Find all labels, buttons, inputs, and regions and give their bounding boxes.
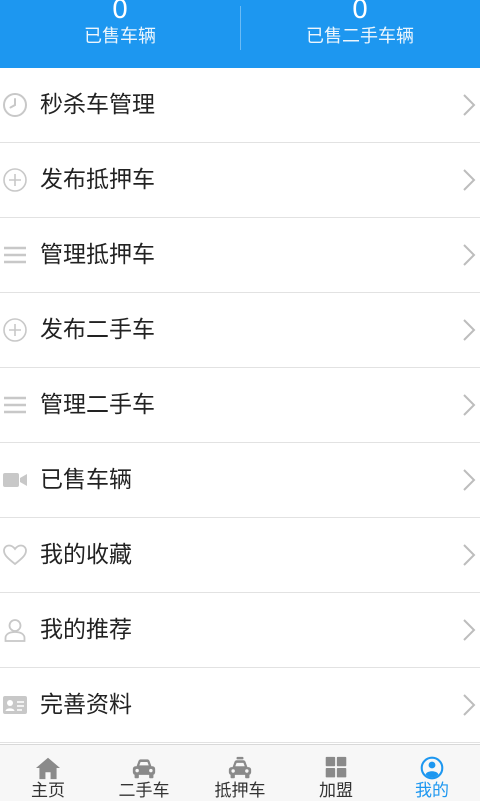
- menu-item-label: 秒杀车管理: [40, 92, 155, 118]
- stat-sold-used-vehicles[interactable]: 0 已售二手车辆: [240, 0, 480, 68]
- tab-franchise[interactable]: 加盟: [288, 745, 384, 801]
- menu-item-label: 已售车辆: [40, 467, 132, 493]
- menu-item-publish-mortgage-car[interactable]: 发布抵押车: [0, 143, 480, 218]
- tab-label: 加盟: [319, 781, 353, 801]
- menu-item-label: 我的收藏: [40, 542, 132, 568]
- chevron-right-icon: [463, 694, 476, 716]
- chevron-right-icon: [463, 619, 476, 641]
- tab-home[interactable]: 主页: [0, 745, 96, 801]
- stat-value: 0: [111, 0, 129, 25]
- chevron-right-icon: [463, 319, 476, 341]
- tab-mine[interactable]: 我的: [384, 745, 480, 801]
- stats-header: 0 已售车辆 0 已售二手车辆: [0, 0, 480, 68]
- tab-label: 二手车: [118, 781, 170, 801]
- menu-item-label: 发布抵押车: [40, 167, 155, 193]
- stat-label: 已售车辆: [84, 26, 156, 47]
- bottom-tab-bar: 主页 二手车 抵押车 加盟 我的: [0, 744, 480, 801]
- id-card-icon: [3, 696, 27, 714]
- chevron-right-icon: [463, 469, 476, 491]
- car-icon: [132, 759, 156, 779]
- video-camera-icon: [3, 473, 27, 487]
- plus-circle-icon: [3, 168, 27, 192]
- menu-item-my-referrals[interactable]: 我的推荐: [0, 593, 480, 668]
- menu-item-complete-profile[interactable]: 完善资料: [0, 668, 480, 743]
- menu-item-sold-vehicles[interactable]: 已售车辆: [0, 443, 480, 518]
- menu-item-manage-used-car[interactable]: 管理二手车: [0, 368, 480, 443]
- chevron-right-icon: [463, 244, 476, 266]
- menu-item-publish-used-car[interactable]: 发布二手车: [0, 293, 480, 368]
- chevron-right-icon: [463, 94, 476, 116]
- list-icon: [4, 246, 26, 264]
- plus-circle-icon: [3, 318, 27, 342]
- menu-item-label: 管理二手车: [40, 392, 155, 418]
- menu-item-flash-sale-management[interactable]: 秒杀车管理: [0, 68, 480, 143]
- list-icon: [4, 396, 26, 414]
- user-icon: [4, 619, 26, 642]
- heart-icon: [3, 544, 27, 566]
- menu-list: 秒杀车管理 发布抵押车 管理抵押车 发布二手车 管理二手车 已售车辆 我的收藏 …: [0, 68, 480, 743]
- menu-item-label: 我的推荐: [40, 617, 132, 643]
- grid-icon: [325, 756, 347, 778]
- menu-item-manage-mortgage-car[interactable]: 管理抵押车: [0, 218, 480, 293]
- profile-icon: [420, 756, 444, 780]
- chevron-right-icon: [463, 394, 476, 416]
- menu-item-my-favorites[interactable]: 我的收藏: [0, 518, 480, 593]
- stat-sold-vehicles[interactable]: 0 已售车辆: [0, 0, 240, 68]
- tab-used-car[interactable]: 二手车: [96, 745, 192, 801]
- menu-item-label: 管理抵押车: [40, 242, 155, 268]
- taxi-icon: [228, 756, 252, 779]
- tab-label: 主页: [31, 781, 65, 801]
- menu-item-label: 完善资料: [40, 692, 132, 718]
- chevron-right-icon: [463, 544, 476, 566]
- stat-label: 已售二手车辆: [306, 26, 414, 47]
- chevron-right-icon: [463, 169, 476, 191]
- stat-value: 0: [351, 0, 369, 25]
- tab-label: 我的: [415, 781, 449, 801]
- tab-mortgage-car[interactable]: 抵押车: [192, 745, 288, 801]
- clock-icon: [3, 93, 27, 117]
- menu-item-label: 发布二手车: [40, 317, 155, 343]
- tab-label: 抵押车: [214, 781, 266, 801]
- home-icon: [36, 757, 60, 780]
